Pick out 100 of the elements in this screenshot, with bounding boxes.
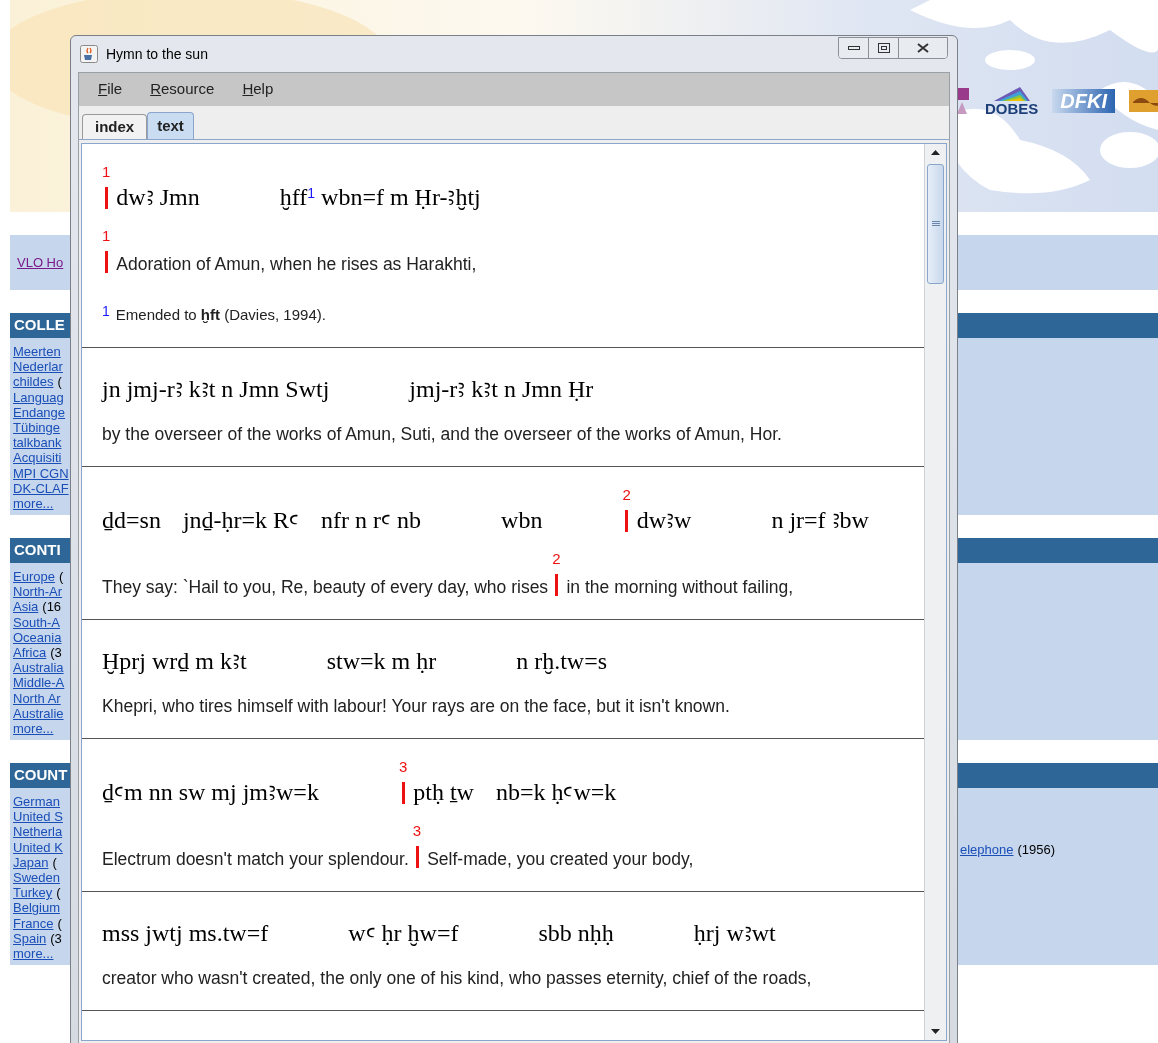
marker-number: 3: [412, 822, 422, 838]
java-cup-icon: [80, 45, 98, 63]
transliteration: jn jmj-rꜣ kꜣt n Jmn Swtj: [102, 374, 330, 404]
translation: Electrum doesn't match your splendour.: [102, 847, 409, 871]
section-heading: CONTI: [14, 540, 61, 561]
transliteration: stw=k m ḥr: [326, 646, 437, 676]
marker-number: 1: [102, 164, 111, 179]
item-count: (3: [50, 930, 62, 947]
minimize-button[interactable]: [839, 38, 869, 58]
marker-number: 2: [622, 486, 631, 502]
sidebar-link[interactable]: more...: [13, 496, 54, 512]
scrollbar[interactable]: [924, 144, 946, 1040]
segment-marker: [401, 781, 405, 804]
sidebar-link[interactable]: Languag: [13, 389, 64, 405]
item-count: (: [52, 854, 57, 870]
sidebar-link[interactable]: France: [13, 915, 54, 931]
transliteration: wbn: [501, 505, 543, 535]
segment-marker: [625, 509, 629, 532]
menu-item[interactable]: Help: [242, 78, 274, 101]
sidebar-link[interactable]: South-A: [13, 614, 60, 630]
window-title: Hymn to the sun: [106, 44, 208, 64]
item-count: (: [56, 885, 61, 901]
transliteration: wꜥ ḥr ḫw=f: [348, 918, 459, 948]
maximize-icon: [877, 43, 890, 53]
segment-marker: [104, 187, 108, 209]
transliteration: jmj-rꜣ kꜣt n Jmn Ḥr: [409, 374, 594, 404]
section-heading: COUNT: [14, 765, 68, 786]
sidebar-link[interactable]: Acquisiti: [13, 450, 62, 466]
sidebar-link[interactable]: German: [13, 794, 60, 810]
item-count: (3: [50, 645, 62, 661]
sidebar-link[interactable]: talkbank: [13, 435, 62, 451]
sidebar-link[interactable]: United S: [13, 809, 63, 825]
transliteration: sbb nḥḥ: [538, 918, 614, 948]
sidebar-link[interactable]: childes: [13, 374, 54, 390]
sidebar-link[interactable]: Turkey: [13, 885, 53, 901]
translation: Adoration of Amun, when he rises as Harakhti,: [116, 253, 477, 276]
maximize-button[interactable]: [869, 38, 899, 58]
sidebar-link[interactable]: North Ar: [13, 690, 61, 706]
item-count: (: [57, 915, 62, 931]
sidebar-link[interactable]: Oceania: [13, 629, 62, 645]
result-link[interactable]: elephone: [960, 842, 1014, 857]
marker-number: 2: [552, 550, 561, 566]
home-link[interactable]: VLO Ho: [17, 252, 64, 273]
logo-text: DOBES: [985, 101, 1039, 116]
section-heading: COLLE: [14, 315, 65, 336]
sidebar-link[interactable]: more...: [13, 721, 54, 737]
transliteration: nfr n rꜥ nb: [321, 505, 422, 535]
translation: Self-made, you created your body,: [427, 847, 694, 871]
transliteration: n jr=f ꜣbw: [771, 505, 869, 535]
transliteration: jnḏ-ḥr=k Rꜥ: [182, 505, 300, 535]
translation: They say: `Hail to you, Re, beauty of every day, who rises: [102, 575, 549, 599]
marker-number: 3: [398, 758, 408, 774]
menu-item[interactable]: File: [98, 78, 123, 101]
transliteration: nb=k ḥꜥw=k: [495, 777, 617, 807]
sidebar-link[interactable]: Africa: [13, 645, 47, 661]
sidebar-link[interactable]: Europe: [13, 569, 55, 585]
transliteration: Ḫprj wrḏ m kꜣt: [102, 646, 247, 676]
sidebar-link[interactable]: Spain: [13, 930, 47, 947]
sidebar-link[interactable]: Nederlar: [13, 359, 63, 375]
sidebar-link[interactable]: Belgium: [13, 900, 60, 916]
sidebar-link[interactable]: Endange: [13, 404, 66, 420]
sidebar-link[interactable]: MPI CGN: [13, 465, 69, 481]
transliteration: dwꜣ Jmn: [116, 183, 200, 212]
tab[interactable]: text: [147, 112, 194, 139]
item-count: (: [58, 569, 64, 585]
segment-marker: [415, 845, 419, 868]
sidebar-link[interactable]: Middle-A: [13, 675, 65, 691]
transliteration: ḥrj wꜣwt: [693, 918, 776, 948]
sidebar-link[interactable]: Asia: [13, 599, 39, 615]
sidebar-link[interactable]: North-Ar: [13, 584, 63, 600]
sidebar-link[interactable]: Japan: [13, 854, 49, 870]
grip-icon: [931, 221, 940, 227]
translation: Khepri, who tires himself with labour! Your rays are on the face, but it isn't known.: [102, 694, 730, 718]
logo-text: DFKI: [1052, 88, 1115, 113]
menu-item[interactable]: Resource: [150, 78, 215, 101]
transliteration: ḏd=sn: [102, 505, 161, 535]
sidebar-link[interactable]: Sweden: [13, 870, 60, 886]
transliteration: n rḫ.tw=s: [516, 646, 608, 676]
item-count: (16: [42, 599, 62, 615]
transliteration: dwꜣw: [636, 505, 692, 535]
sidebar-link[interactable]: United K: [13, 839, 63, 855]
segment-marker: [104, 251, 108, 273]
transliteration: ḏꜥm nn sw mj jmꜣw=k: [102, 777, 319, 807]
marker-number: 1: [102, 228, 111, 243]
sidebar-link[interactable]: Netherla: [13, 824, 63, 840]
footnote: Emended to ḫft (Davies, 1994).: [115, 305, 326, 325]
transliteration: ḫff$^{1}$ wbn=f m Ḥr-ꜣḫtj: [279, 183, 481, 212]
sidebar-link[interactable]: Australia: [13, 660, 64, 676]
translation: in the morning without failing,: [566, 575, 794, 599]
translation: creator who wasn't created, the only one of his kind, who passes eternity, chief of the roads,: [102, 966, 812, 990]
sidebar-link[interactable]: Tübinge: [13, 420, 60, 436]
close-button[interactable]: [899, 38, 947, 58]
sidebar-link[interactable]: Meerten: [13, 344, 61, 360]
tab[interactable]: index: [82, 114, 148, 139]
scroll-thumb[interactable]: [927, 164, 944, 284]
sidebar-link[interactable]: Australie: [13, 705, 64, 722]
result-year: (1956): [1017, 842, 1056, 857]
close-icon: [917, 43, 929, 53]
sidebar-link[interactable]: DK-CLAF: [13, 480, 69, 497]
sidebar-link[interactable]: more...: [13, 946, 54, 962]
